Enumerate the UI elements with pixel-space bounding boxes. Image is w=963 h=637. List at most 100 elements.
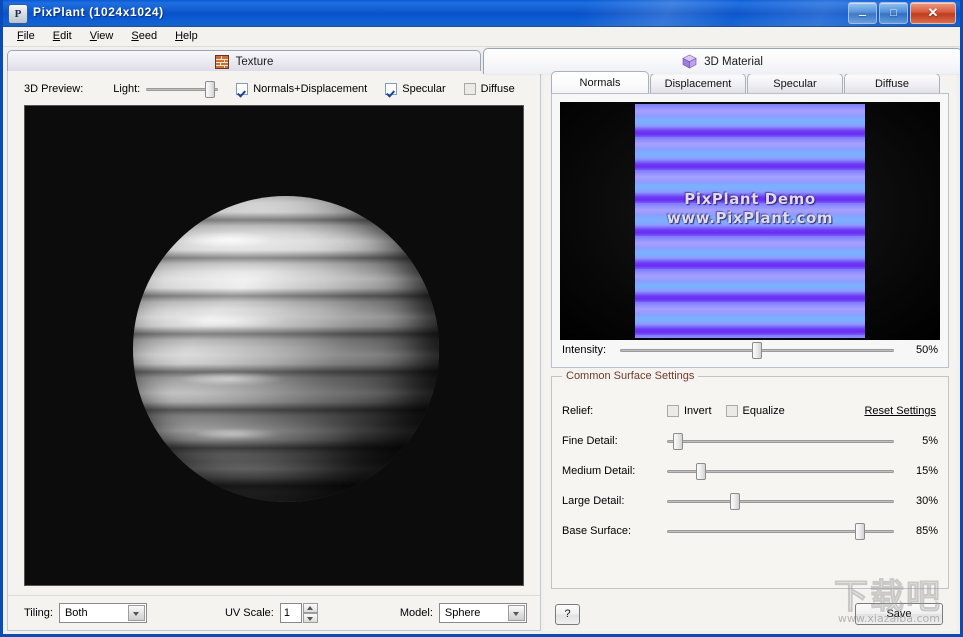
common-surface-settings-group: Common Surface Settings Relief: Invert E… — [551, 370, 949, 589]
tab-normals[interactable]: Normals — [551, 71, 649, 93]
checkbox-equalize-label: Equalize — [742, 405, 785, 417]
spin-down-icon[interactable] — [302, 613, 318, 623]
uv-scale-spin-buttons[interactable] — [302, 603, 318, 623]
menu-label-help: elp — [183, 30, 198, 42]
tab-texture-label: Texture — [235, 56, 274, 68]
checkbox-diffuse[interactable]: Diffuse — [463, 83, 515, 95]
fine-detail-label: Fine Detail: — [562, 435, 618, 447]
large-detail-slider[interactable] — [667, 493, 894, 510]
preview-sphere-render — [133, 196, 439, 502]
light-slider[interactable] — [146, 81, 219, 98]
model-value: Sphere — [444, 607, 481, 619]
preview-title: 3D Preview: — [24, 83, 84, 95]
base-surface-slider-thumb[interactable] — [854, 523, 865, 540]
checkbox-normals-displacement-label: Normals+Displacement — [253, 83, 368, 95]
tiling-label: Tiling: — [24, 607, 53, 619]
cube-icon — [682, 54, 697, 69]
model-dropdown[interactable]: Sphere — [438, 603, 527, 623]
checkbox-specular[interactable]: Specular — [385, 83, 446, 95]
map-preview-canvas[interactable]: PixPlant Demo www.PixPlant.com — [560, 102, 940, 340]
tiling-dropdown[interactable]: Both — [58, 603, 147, 623]
menu-label-view: iew — [96, 30, 114, 42]
tab-diffuse-label: Diffuse — [874, 77, 910, 90]
large-detail-value: 30% — [915, 495, 938, 507]
medium-detail-value: 15% — [915, 465, 938, 477]
menu-item-edit[interactable]: Edit — [45, 28, 80, 45]
menu-item-view[interactable]: View — [82, 28, 122, 45]
base-surface-label: Base Surface: — [562, 525, 632, 537]
base-surface-slider[interactable] — [667, 523, 894, 540]
checkbox-specular-label: Specular — [402, 83, 446, 95]
checkbox-box — [385, 83, 398, 95]
large-detail-slider-thumb[interactable] — [730, 493, 741, 510]
large-detail-row: Large Detail: 30% — [562, 491, 938, 511]
chevron-down-icon[interactable] — [127, 605, 145, 621]
intensity-label: Intensity: — [562, 344, 607, 356]
fine-detail-slider[interactable] — [667, 433, 894, 450]
medium-detail-slider-thumb[interactable] — [696, 463, 707, 480]
tab-3d-material-label: 3D Material — [704, 55, 763, 68]
sphere-shading — [133, 196, 439, 502]
slider-track — [667, 440, 894, 443]
light-slider-thumb[interactable] — [204, 81, 215, 98]
intensity-slider-thumb[interactable] — [752, 342, 763, 359]
checkbox-diffuse-label: Diffuse — [480, 83, 515, 95]
brick-wall-icon — [214, 55, 229, 69]
uv-scale-input[interactable]: 1 — [279, 603, 302, 623]
medium-detail-label: Medium Detail: — [562, 465, 636, 477]
tab-texture[interactable]: Texture — [7, 50, 481, 73]
menu-label-seed: eed — [138, 30, 158, 42]
preview-options-bar: Tiling: Both UV Scale: 1 Model: Sphere — [8, 595, 540, 630]
intensity-row: Intensity: 50% — [562, 341, 938, 359]
tab-displacement[interactable]: Displacement — [650, 73, 746, 93]
model-label: Model: — [399, 607, 433, 619]
tab-specular[interactable]: Specular — [747, 73, 843, 93]
large-detail-label: Large Detail: — [562, 495, 625, 507]
action-bar: ? Save — [544, 597, 956, 631]
tab-normals-label: Normals — [579, 76, 621, 89]
tab-diffuse[interactable]: Diffuse — [844, 73, 940, 93]
base-surface-row: Base Surface: 85% — [562, 521, 938, 541]
checkbox-box — [667, 405, 679, 417]
checkbox-box — [725, 405, 738, 417]
preview-3d-viewport[interactable] — [24, 105, 524, 586]
relief-row: Relief: Invert Equalize Reset Settings — [562, 401, 938, 421]
fine-detail-row: Fine Detail: 5% — [562, 431, 938, 451]
medium-detail-slider[interactable] — [667, 463, 894, 480]
menu-item-help[interactable]: Help — [167, 28, 206, 45]
minimize-icon: – — [858, 7, 867, 22]
app-icon: P — [8, 4, 28, 24]
spin-up-icon[interactable] — [302, 603, 318, 613]
uv-scale-label: UV Scale: — [224, 607, 274, 619]
menu-item-file[interactable]: File — [9, 28, 43, 45]
tab-displacement-label: Displacement — [664, 77, 732, 90]
main-tab-bar: Texture 3D Material — [3, 48, 960, 74]
checkbox-invert[interactable]: Invert — [667, 405, 712, 417]
uv-scale-stepper[interactable]: 1 — [279, 603, 318, 623]
checkbox-normals-displacement[interactable]: Normals+Displacement — [236, 83, 367, 95]
maximize-icon: □ — [890, 7, 897, 19]
checkbox-equalize[interactable]: Equalize — [725, 405, 785, 417]
help-button[interactable]: ? — [555, 603, 580, 625]
application-window: P PixPlant (1024x1024) – □ ✕ File Edit V… — [0, 0, 963, 637]
surface-settings-legend: Common Surface Settings — [562, 370, 699, 382]
relief-label: Relief: — [562, 405, 594, 417]
light-label: Light: — [113, 83, 141, 95]
tab-specular-label: Specular — [773, 77, 817, 90]
fine-detail-slider-thumb[interactable] — [673, 433, 684, 450]
menu-label-edit: dit — [60, 30, 72, 42]
material-settings-pane: Normals Displacement Specular Diffuse Pi… — [544, 71, 956, 631]
chevron-down-icon[interactable] — [507, 605, 525, 621]
title-bar: P PixPlant (1024x1024) – □ ✕ — [3, 0, 960, 27]
save-button[interactable]: Save — [855, 603, 943, 625]
normal-map-image — [635, 104, 865, 338]
maximize-button[interactable]: □ — [879, 2, 908, 24]
reset-settings-link[interactable]: Reset Settings — [864, 405, 938, 417]
close-button[interactable]: ✕ — [910, 2, 956, 24]
intensity-slider[interactable] — [620, 342, 894, 359]
menu-bar: File Edit View Seed Help — [3, 27, 960, 47]
preview-controls-row: 3D Preview: Light: Normals+Displacement … — [8, 79, 540, 99]
menu-item-seed[interactable]: Seed — [123, 28, 165, 45]
minimize-button[interactable]: – — [848, 2, 877, 24]
checkbox-box — [463, 83, 476, 95]
